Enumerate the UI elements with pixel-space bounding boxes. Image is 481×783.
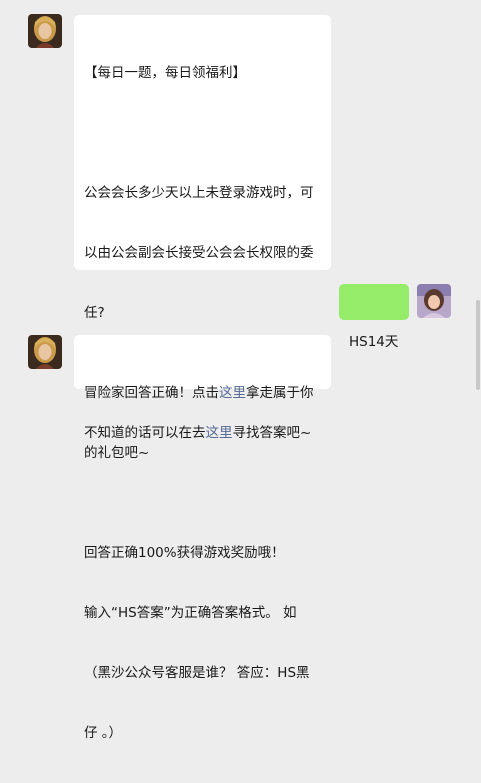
message-bubble-question: 【每日一题，每日领福利】 公会会长多少天以上未登录游戏时，可 以由公会副会长接受… xyxy=(74,15,331,741)
msg-line: 【每日一题，每日领福利】 xyxy=(84,65,246,81)
msg-line-empty xyxy=(84,123,321,143)
scroll-thumb[interactable] xyxy=(476,300,480,390)
msg-line-empty xyxy=(84,483,321,503)
msg-line-with-link: 不知道的话可以在去这里寻找答案吧~ xyxy=(84,423,321,443)
user-avatar[interactable] xyxy=(417,284,451,318)
msg-line: 公会会长多少天以上未登录游戏时，可 xyxy=(84,185,314,201)
msg-line: 的礼包吧~ xyxy=(84,445,150,461)
msg-line: 仔 。） xyxy=(84,725,123,741)
answer-link[interactable]: 这里 xyxy=(206,425,233,441)
msg-line: 输入“HS答案”为正确答案格式。 如 xyxy=(84,605,297,621)
msg-text: 寻找答案吧~ xyxy=(232,425,312,441)
reward-link[interactable]: 这里 xyxy=(219,385,246,401)
msg-line: HS14天 xyxy=(349,334,399,350)
message-bubble-reward: 冒险家回答正确！点击这里拿走属于你 的礼包吧~ xyxy=(74,335,331,461)
bot-avatar[interactable] xyxy=(28,14,62,48)
msg-line: 任? xyxy=(84,305,105,321)
chat-window: 【每日一题，每日领福利】 公会会长多少天以上未登录游戏时，可 以由公会副会长接受… xyxy=(0,0,481,741)
bot-avatar[interactable] xyxy=(28,335,62,369)
msg-text: 冒险家回答正确！点击 xyxy=(84,385,219,401)
scrollbar[interactable] xyxy=(475,0,481,400)
msg-line: 回答正确100%获得游戏奖励哦！ xyxy=(84,545,285,561)
msg-text: 不知道的话可以在去 xyxy=(84,425,206,441)
message-bubble-answer: HS14天 xyxy=(339,284,409,350)
msg-text: 拿走属于你 xyxy=(246,385,314,401)
msg-line: （黑沙公众号客服是谁？ 答应：HS黑 xyxy=(84,665,310,681)
msg-line-with-link: 冒险家回答正确！点击这里拿走属于你 xyxy=(84,383,321,403)
msg-line: 以由公会副会长接受公会会长权限的委 xyxy=(84,245,314,261)
